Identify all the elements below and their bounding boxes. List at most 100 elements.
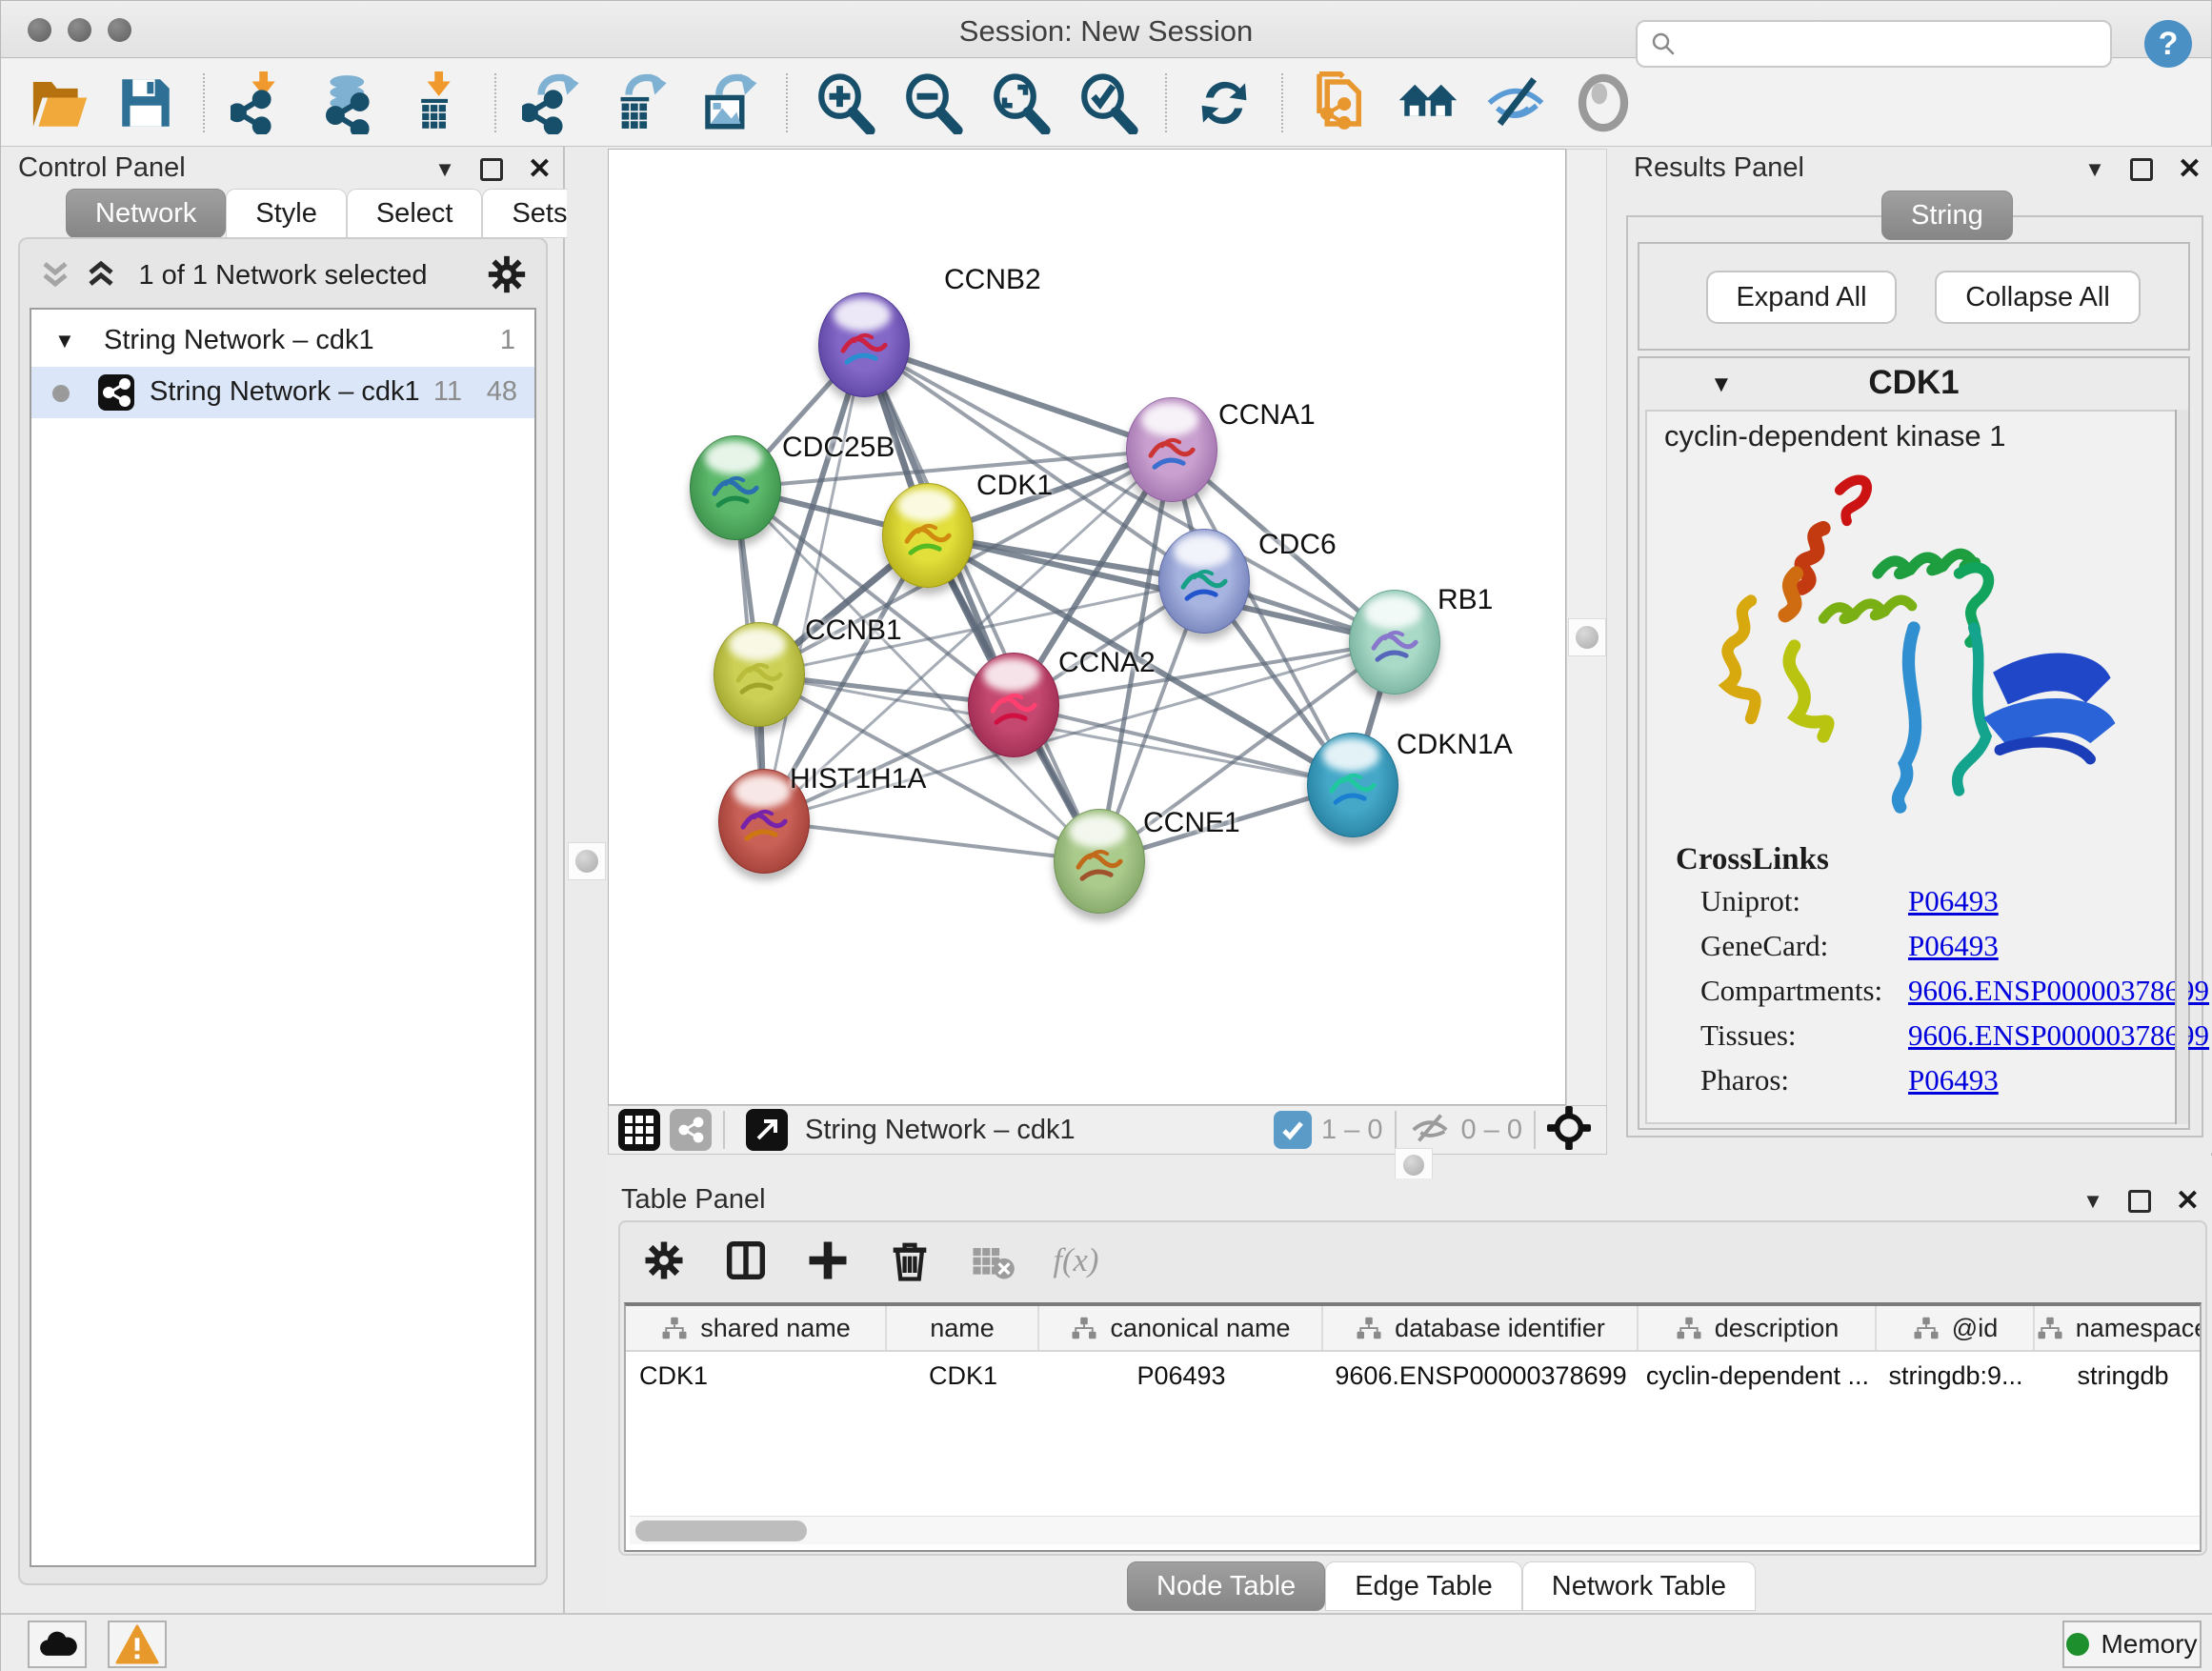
export-network-button[interactable] — [510, 67, 597, 139]
node-CCNB2[interactable] — [818, 292, 910, 397]
table-cell[interactable]: P06493 — [1039, 1352, 1323, 1399]
table-cell[interactable]: CDK1 — [887, 1352, 1039, 1399]
zoom-in-button[interactable] — [801, 67, 889, 139]
table-cell[interactable]: cyclin-dependent ... — [1639, 1352, 1877, 1399]
panel-menu-icon[interactable]: ▼ — [2084, 157, 2105, 182]
zoom-out-button[interactable] — [889, 67, 976, 139]
import-network-button[interactable] — [218, 67, 306, 139]
table-horizontal-scrollbar[interactable] — [630, 1516, 2202, 1544]
fit-selected-crosshair-icon[interactable] — [1547, 1106, 1591, 1155]
network-canvas[interactable]: CCNB2 CCNA1 CDC25B CDK1 CDC6 RB1 CCNB1 C… — [608, 149, 1566, 1105]
crosslink-link[interactable]: P06493 — [1908, 929, 1999, 963]
table-cell[interactable]: 9606.ENSP00000378699 — [1323, 1352, 1639, 1399]
memory-button[interactable]: Memory — [2062, 1621, 2202, 1668]
open-in-window-icon[interactable] — [746, 1109, 788, 1151]
home-button[interactable] — [1384, 67, 1472, 139]
network-scrollbar-handle[interactable] — [1568, 618, 1606, 656]
warnings-button[interactable] — [108, 1621, 167, 1668]
node-CCNB1[interactable] — [714, 622, 805, 727]
column-header[interactable]: name — [887, 1306, 1039, 1350]
table-cell[interactable]: CDK1 — [626, 1352, 887, 1399]
node-CDKN1A[interactable] — [1307, 733, 1398, 837]
crosslink-link[interactable]: P06493 — [1908, 884, 1999, 918]
crosslink-link[interactable]: 9606.ENSP00000378699 — [1908, 1018, 2209, 1053]
table-cell[interactable]: stringdb:9... — [1877, 1352, 2035, 1399]
column-header[interactable]: database identifier — [1323, 1306, 1639, 1350]
horizontal-splitter[interactable] — [608, 1156, 2212, 1178]
node-CDK1[interactable] — [882, 483, 974, 588]
selected-checkbox-icon[interactable] — [1274, 1111, 1312, 1149]
import-database-button[interactable] — [306, 67, 393, 139]
split-columns-button[interactable] — [721, 1236, 771, 1290]
column-header[interactable]: shared name — [626, 1306, 887, 1350]
function-builder-button[interactable]: f(x) — [1049, 1236, 1098, 1290]
results-scrollbar[interactable] — [2175, 410, 2188, 1124]
tab-network[interactable]: Network — [66, 189, 226, 238]
open-session-button[interactable] — [14, 67, 102, 139]
zoom-fit-button[interactable] — [976, 67, 1064, 139]
column-header[interactable]: namespace — [2035, 1306, 2202, 1350]
node-CCNE1[interactable] — [1054, 809, 1145, 914]
node-CDC6[interactable] — [1158, 529, 1250, 634]
crosslink-link[interactable]: P06493 — [1908, 1063, 1999, 1097]
tab-string[interactable]: String — [1881, 191, 2013, 240]
eye-disabled-button[interactable] — [1559, 67, 1647, 139]
export-image-button[interactable] — [685, 67, 773, 139]
node-CCNA2[interactable] — [968, 653, 1059, 757]
network-options-gear-icon[interactable] — [485, 252, 529, 301]
float-panel-icon[interactable] — [2128, 1190, 2151, 1213]
edge-HIST1H1A-CCNE1[interactable] — [764, 821, 1099, 861]
node-CCNA1[interactable] — [1126, 397, 1217, 502]
clipboard-share-button[interactable] — [1297, 67, 1384, 139]
table-settings-button[interactable] — [639, 1236, 689, 1290]
table-scrollbar-thumb[interactable] — [635, 1520, 807, 1541]
network-row[interactable]: String Network – cdk1 11 48 — [31, 367, 534, 418]
save-session-button[interactable] — [102, 67, 190, 139]
network-right-scrollbar[interactable] — [1566, 149, 1607, 1107]
panel-menu-icon[interactable]: ▼ — [2082, 1189, 2103, 1214]
close-panel-icon[interactable]: ✕ — [2176, 1184, 2200, 1218]
column-header[interactable]: canonical name — [1039, 1306, 1323, 1350]
tab-edge-table[interactable]: Edge Table — [1325, 1561, 1522, 1611]
tab-select[interactable]: Select — [347, 189, 483, 238]
node-label-HIST1H1A: HIST1H1A — [790, 763, 926, 795]
left-splitter[interactable] — [567, 147, 608, 1613]
grid-view-icon[interactable] — [618, 1109, 660, 1151]
search-input[interactable] — [1678, 25, 2110, 63]
collapse-all-button[interactable]: Collapse All — [1935, 271, 2141, 324]
cloud-button[interactable] — [28, 1621, 87, 1668]
network-view-icon[interactable] — [670, 1109, 712, 1151]
crosslink-link[interactable]: 9606.ENSP00000378699 — [1908, 974, 2209, 1008]
node-CDC25B[interactable] — [690, 435, 781, 540]
clear-table-button[interactable] — [967, 1236, 1016, 1290]
network-collection-row[interactable]: ▼ String Network – cdk1 1 — [31, 315, 534, 367]
column-header[interactable]: @id — [1877, 1306, 2035, 1350]
zoom-selected-button[interactable] — [1064, 67, 1152, 139]
tab-node-table[interactable]: Node Table — [1127, 1561, 1325, 1611]
close-panel-icon[interactable]: ✕ — [2178, 152, 2202, 186]
add-column-button[interactable] — [803, 1236, 853, 1290]
left-splitter-handle[interactable] — [568, 842, 606, 880]
panel-menu-icon[interactable]: ▼ — [434, 157, 455, 182]
expand-all-button[interactable]: Expand All — [1706, 271, 1897, 324]
edge-CCNB2-HIST1H1A[interactable] — [764, 345, 864, 821]
gene-section-header[interactable]: ▼ CDK1 — [1639, 358, 2188, 408]
table-row[interactable]: CDK1CDK1P064939606.ENSP00000378699cyclin… — [626, 1352, 2200, 1399]
float-panel-icon[interactable] — [480, 158, 503, 181]
delete-column-button[interactable] — [885, 1236, 935, 1290]
node-RB1[interactable] — [1349, 590, 1440, 695]
close-panel-icon[interactable]: ✕ — [528, 152, 552, 186]
edge-CCNB2-CCNA1[interactable] — [864, 345, 1172, 450]
refresh-button[interactable] — [1180, 67, 1268, 139]
tab-style[interactable]: Style — [226, 189, 346, 238]
export-table-button[interactable] — [597, 67, 685, 139]
import-table-button[interactable] — [393, 67, 481, 139]
help-button[interactable]: ? — [2142, 18, 2194, 70]
column-header[interactable]: description — [1639, 1306, 1877, 1350]
collection-expand-icon[interactable]: ▼ — [54, 329, 75, 353]
tab-network-table[interactable]: Network Table — [1522, 1561, 1756, 1611]
show-hide-button[interactable] — [1472, 67, 1559, 139]
horizontal-splitter-handle[interactable] — [1395, 1148, 1433, 1182]
table-cell[interactable]: stringdb — [2035, 1352, 2202, 1399]
float-panel-icon[interactable] — [2130, 158, 2153, 181]
